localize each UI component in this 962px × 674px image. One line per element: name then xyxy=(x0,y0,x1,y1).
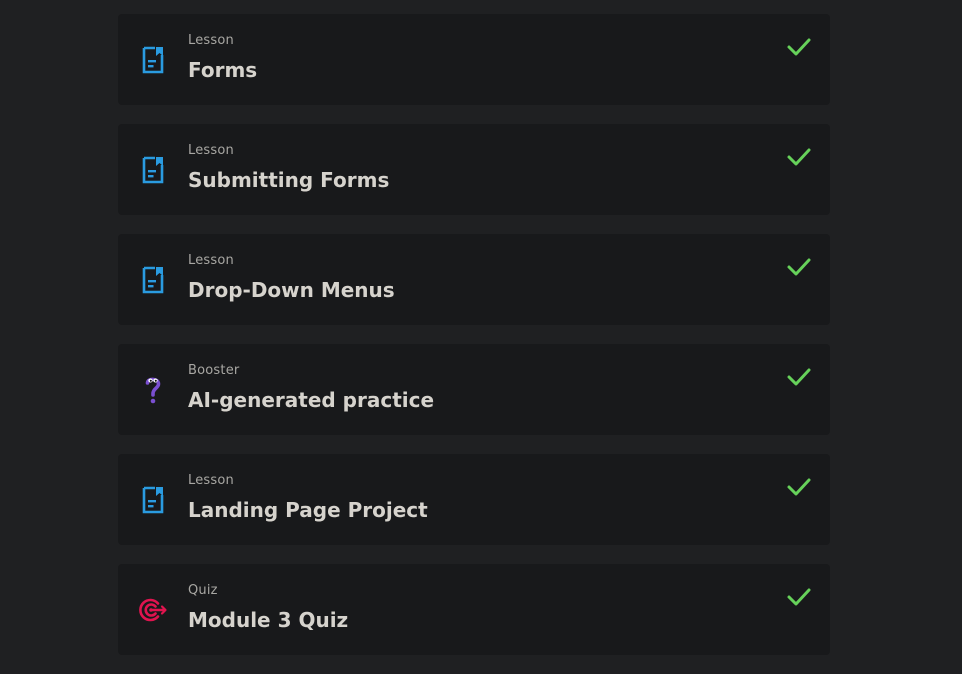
item-type-label: Lesson xyxy=(188,143,234,158)
lesson-document-icon xyxy=(142,46,164,74)
checkmark-icon xyxy=(787,478,811,496)
booster-question-icon xyxy=(145,377,161,404)
quiz-target-icon xyxy=(139,598,167,622)
item-title: Drop-Down Menus xyxy=(188,278,395,302)
list-item-drop-down-menus[interactable]: Lesson Drop-Down Menus xyxy=(118,234,830,325)
item-type-label: Lesson xyxy=(188,33,234,48)
item-type-label: Quiz xyxy=(188,583,218,598)
module-item-list: Lesson Forms Lesson Submitting Forms Les… xyxy=(118,14,830,674)
checkmark-icon xyxy=(787,148,811,166)
lesson-document-icon xyxy=(142,486,164,514)
item-title: Module 3 Quiz xyxy=(188,608,349,632)
item-title: Landing Page Project xyxy=(188,498,428,522)
item-title: Submitting Forms xyxy=(188,168,390,192)
checkmark-icon xyxy=(787,258,811,276)
lesson-document-icon xyxy=(142,266,164,294)
list-item-ai-generated-practice[interactable]: Booster AI-generated practice xyxy=(118,344,830,435)
checkmark-icon xyxy=(787,588,811,606)
item-type-label: Lesson xyxy=(188,473,234,488)
checkmark-icon xyxy=(787,368,811,386)
list-item-module-3-quiz[interactable]: Quiz Module 3 Quiz xyxy=(118,564,830,655)
list-item-forms[interactable]: Lesson Forms xyxy=(118,14,830,105)
item-type-label: Lesson xyxy=(188,253,234,268)
item-title: Forms xyxy=(188,58,258,82)
list-item-submitting-forms[interactable]: Lesson Submitting Forms xyxy=(118,124,830,215)
lesson-document-icon xyxy=(142,156,164,184)
checkmark-icon xyxy=(787,38,811,56)
item-type-label: Booster xyxy=(188,363,240,378)
list-item-landing-page-project[interactable]: Lesson Landing Page Project xyxy=(118,454,830,545)
item-title: AI-generated practice xyxy=(188,388,435,412)
